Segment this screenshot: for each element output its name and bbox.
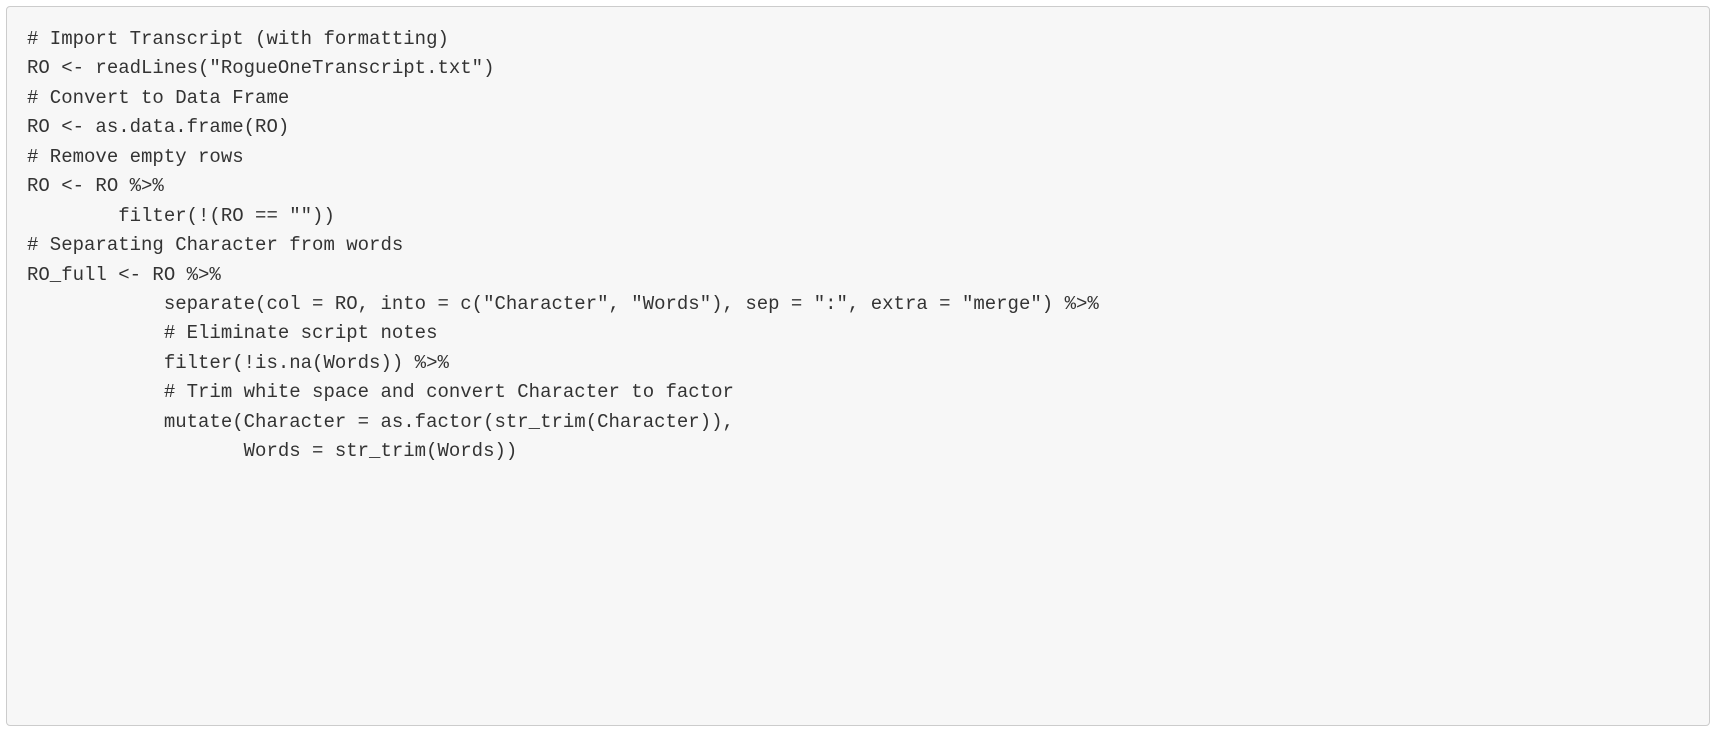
code-line: # Eliminate script notes (27, 319, 1689, 348)
code-line: RO <- readLines("RogueOneTranscript.txt"… (27, 54, 1689, 83)
code-line: filter(!(RO == "")) (27, 202, 1689, 231)
code-line: RO_full <- RO %>% (27, 261, 1689, 290)
code-line: mutate(Character = as.factor(str_trim(Ch… (27, 408, 1689, 437)
code-line: Words = str_trim(Words)) (27, 437, 1689, 466)
code-line: RO <- RO %>% (27, 172, 1689, 201)
code-block: # Import Transcript (with formatting)RO … (6, 6, 1710, 726)
code-line: separate(col = RO, into = c("Character",… (27, 290, 1689, 319)
code-line: # Remove empty rows (27, 143, 1689, 172)
code-line: RO <- as.data.frame(RO) (27, 113, 1689, 142)
code-line: # Import Transcript (with formatting) (27, 25, 1689, 54)
code-line: filter(!is.na(Words)) %>% (27, 349, 1689, 378)
code-line: # Convert to Data Frame (27, 84, 1689, 113)
code-line: # Separating Character from words (27, 231, 1689, 260)
code-line: # Trim white space and convert Character… (27, 378, 1689, 407)
